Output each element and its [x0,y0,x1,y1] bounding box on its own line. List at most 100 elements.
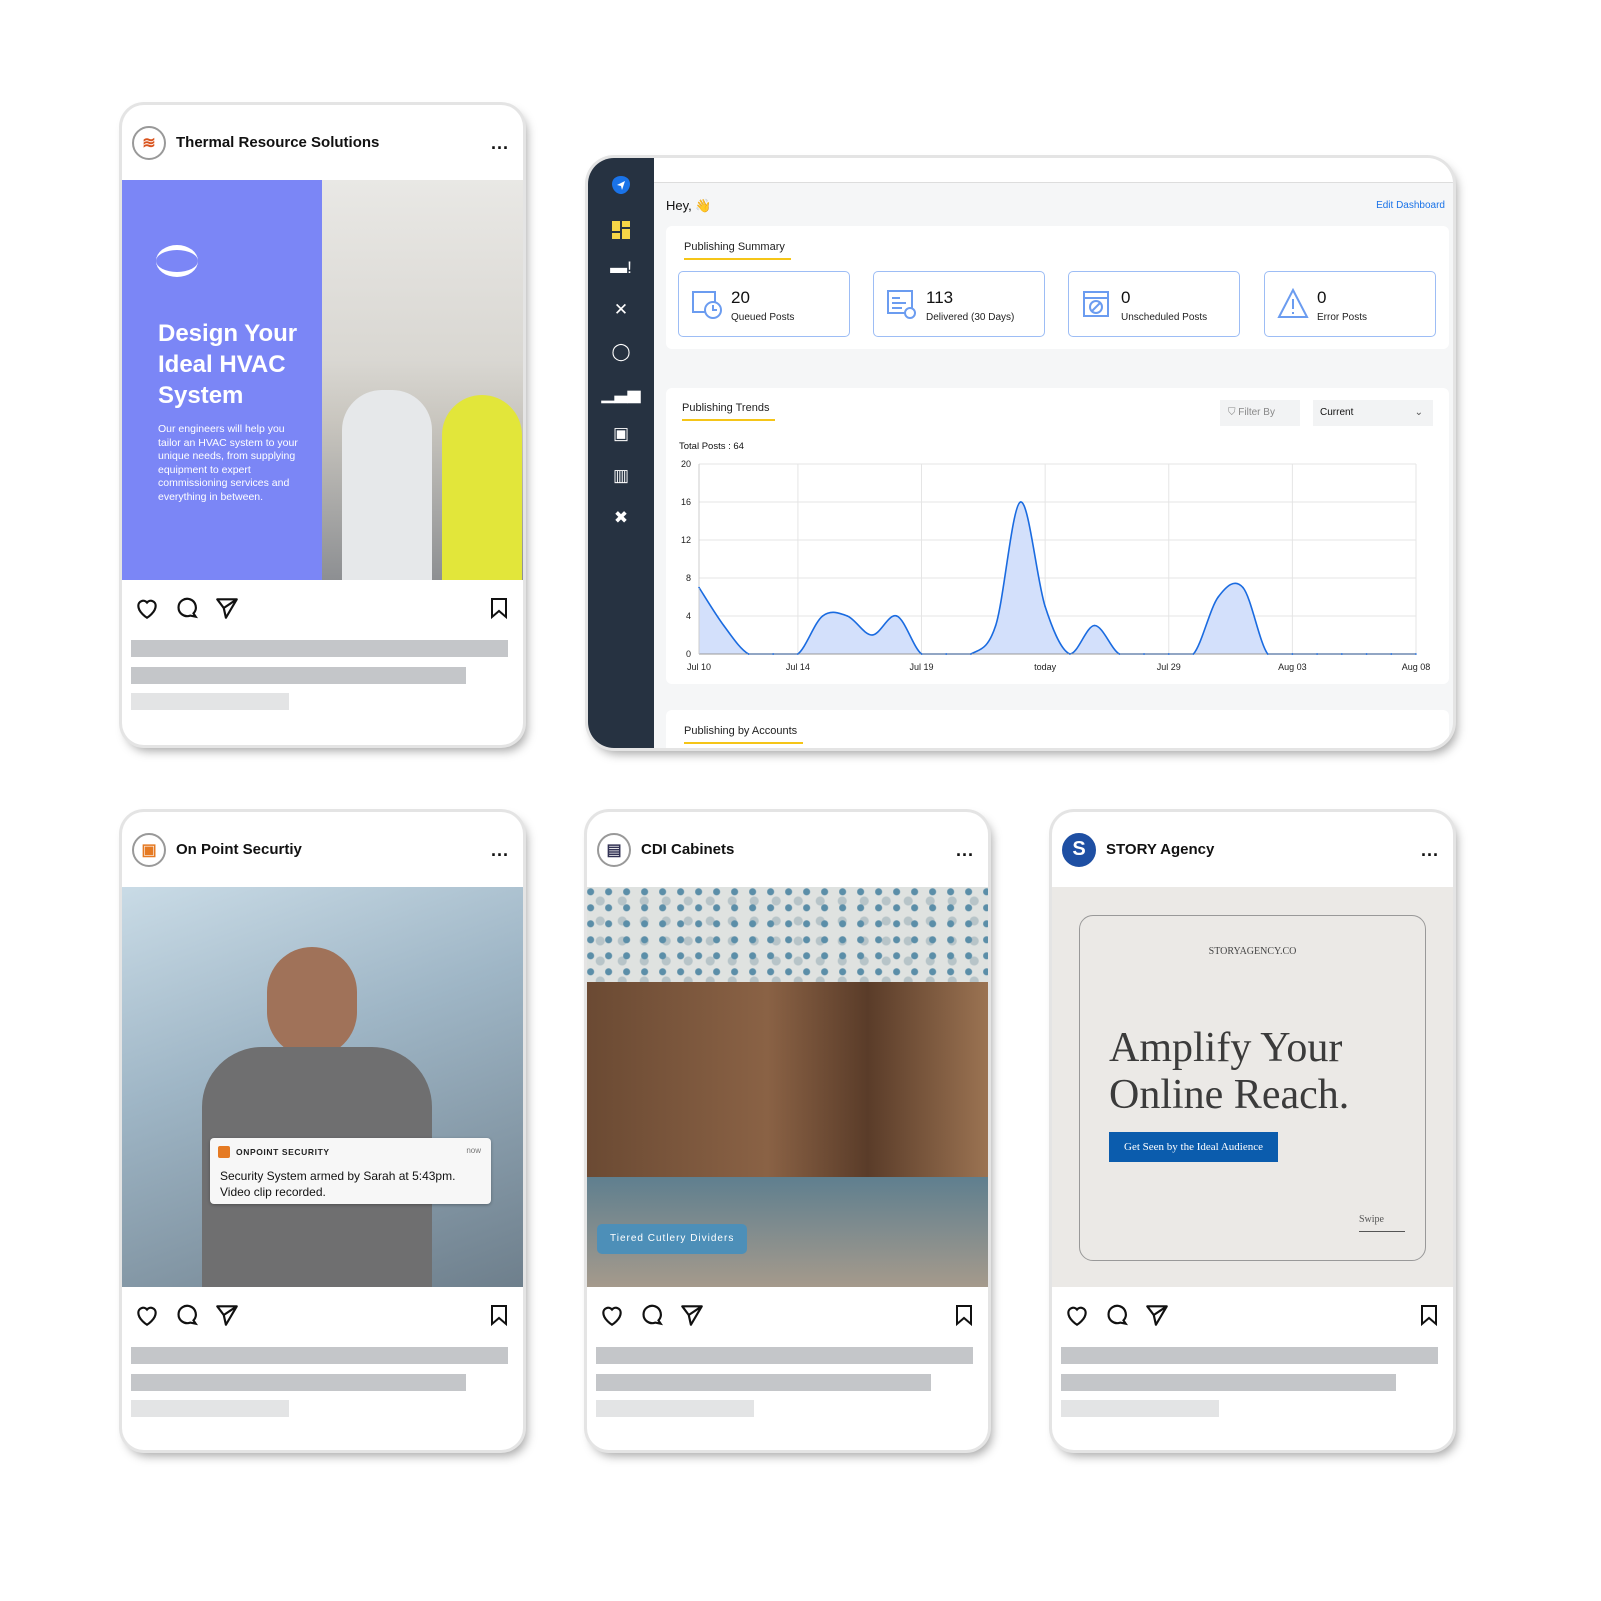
comment-icon[interactable] [174,595,200,621]
warning-icon [1277,288,1309,318]
post-actions [1064,1302,1441,1332]
data-point [1242,586,1244,589]
data-point [1118,653,1121,655]
edit-dashboard-link[interactable]: Edit Dashboard [1376,200,1445,211]
stat-error[interactable]: 0 Error Posts [1264,271,1436,337]
stat-unscheduled[interactable]: 0 Unscheduled Posts [1068,271,1240,337]
library-icon[interactable]: ▥ [608,463,634,489]
x-tick-label: Aug 08 [1402,662,1431,672]
data-point [970,653,972,655]
caption-placeholder [596,1400,754,1417]
share-icon[interactable] [214,1302,240,1328]
analytics-icon[interactable]: ▁▃▅ [601,381,640,407]
like-heart-icon[interactable] [599,1302,625,1328]
notification-line-1: Security System armed by Sarah at 5:43pm… [220,1169,456,1183]
comment-icon[interactable] [174,1302,200,1328]
stat-queued-posts[interactable]: 20 Queued Posts [678,271,850,337]
data-point [1044,605,1046,608]
inbox-icon[interactable]: ▣ [608,421,634,447]
bookmark-icon[interactable] [487,1302,511,1328]
post-actions [134,595,511,625]
caption-placeholder [1061,1374,1396,1391]
like-heart-icon[interactable] [134,1302,160,1328]
avatar[interactable]: S [1062,832,1096,867]
share-icon[interactable] [1144,1302,1170,1328]
caption-placeholder [131,640,508,657]
dashboard-icon[interactable] [608,217,634,243]
swipe-label[interactable]: Swipe [1359,1214,1384,1225]
share-icon[interactable] [214,595,240,621]
stat-delivered[interactable]: 113 Delivered (30 Days) [873,271,1045,337]
bookmark-icon[interactable] [1417,1302,1441,1328]
stat-label: Error Posts [1317,312,1368,323]
notification-line-2: Video clip recorded. [220,1185,326,1199]
caption-placeholder [596,1374,931,1391]
filter-by-button[interactable]: ⛉ Filter By [1220,400,1300,426]
bookmark-icon[interactable] [487,595,511,621]
product-tag[interactable]: Tiered Cutlery Dividers [597,1224,748,1254]
more-options-icon[interactable]: ... [491,840,509,861]
data-point [945,653,948,655]
caption-placeholder [1061,1400,1219,1417]
like-heart-icon[interactable] [1064,1302,1090,1328]
account-name[interactable]: CDI Cabinets [641,841,734,858]
account-name[interactable]: STORY Agency [1106,841,1214,858]
more-options-icon[interactable]: ... [956,840,974,861]
filter-dropdown[interactable]: Current ⌄ [1313,400,1433,426]
post-actions [134,1302,511,1332]
network-icon[interactable]: ✕ [608,297,634,323]
avatar[interactable]: ≋ [132,125,166,160]
avatar[interactable]: ▤ [597,832,631,867]
data-point [1341,653,1343,655]
notification-app: ONPOINT SECURITY [236,1147,330,1157]
post-image: ONPOINT SECURITY now Security System arm… [122,887,523,1287]
y-tick-label: 20 [681,459,691,469]
data-point [1291,653,1294,655]
data-point [698,586,700,589]
cta-button[interactable]: Get Seen by the Ideal Audience [1109,1132,1278,1162]
x-tick-label: Jul 19 [910,662,934,672]
trends-chart: 0 4 8 12 16 20 Jul 10 Jul 14 Jul 19 today Jul 29 Au… [681,459,1431,672]
account-name[interactable]: Thermal Resource Solutions [176,134,379,151]
post-header: ≋ Thermal Resource Solutions ... [122,105,523,180]
section-title: Publishing Trends [682,402,776,421]
more-options-icon[interactable]: ... [491,133,509,154]
caption-placeholder [131,1400,289,1417]
data-point [994,624,997,627]
data-point [1316,653,1318,655]
like-heart-icon[interactable] [134,595,160,621]
y-tick-label: 12 [681,535,691,545]
post-image: STORYAGENCY.CO Amplify Your Online Reach… [1052,887,1453,1287]
share-icon[interactable] [679,1302,705,1328]
top-bar [654,158,1453,183]
data-point [1093,624,1096,627]
comment-alert-icon[interactable]: ▬! [608,255,634,281]
comment-icon[interactable] [1104,1302,1130,1328]
send-icon[interactable] [608,172,634,198]
promo-panel: Design Your Ideal HVAC System Our engine… [122,180,322,580]
photo-drawer [587,982,988,1177]
target-icon[interactable]: ◯ [608,339,634,365]
stat-value: 20 [731,288,750,307]
account-name[interactable]: On Point Securtiy [176,841,302,858]
notification-time: now [466,1146,481,1155]
dashboard-window: ▬! ✕ ◯ ▁▃▅ ▣ ▥ ✖ Hey, 👋 Edit Dashboard P… [588,158,1453,748]
bookmark-icon[interactable] [952,1302,976,1328]
comment-icon[interactable] [639,1302,665,1328]
data-point [871,634,873,636]
data-point [722,624,725,627]
filter-icon: ⛉ [1228,407,1239,418]
caption-placeholder [596,1347,973,1364]
data-point [1069,653,1071,655]
avatar[interactable]: ▣ [132,832,166,867]
notification-card: ONPOINT SECURITY now Security System arm… [210,1138,491,1204]
more-options-icon[interactable]: ... [1421,840,1439,861]
y-tick-label: 0 [686,649,691,659]
post-card-cdi: ▤ CDI Cabinets ... Tiered Cutlery Divide… [587,812,988,1450]
swipe-arrow-icon [1359,1231,1405,1232]
filter-label: Filter By [1238,407,1275,418]
tools-icon[interactable]: ✖ [608,505,634,531]
body-text: Our engineers will help you tailor an HV… [158,423,298,503]
data-point [1217,596,1220,598]
y-tick-label: 4 [686,611,691,621]
